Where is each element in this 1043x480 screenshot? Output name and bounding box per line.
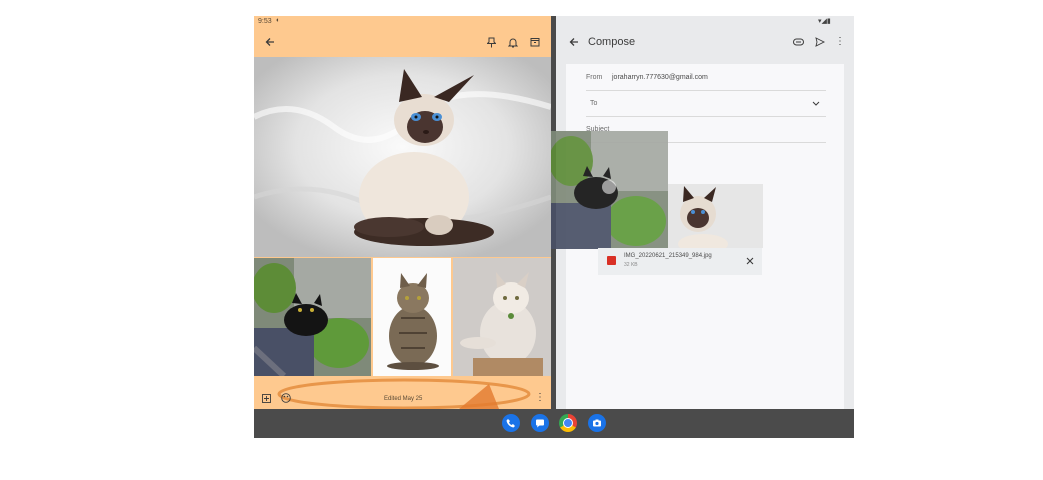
status-bar: 9:53 ◐	[254, 16, 551, 28]
status-icons: ▾◢▮	[818, 18, 831, 25]
more-vert-icon[interactable]: ⋮	[532, 390, 548, 406]
notes-toolbar	[254, 30, 551, 56]
palette-icon[interactable]	[278, 390, 294, 406]
chrome-icon[interactable]	[559, 414, 577, 432]
attachment-size: 32 KB	[624, 262, 638, 268]
image-file-icon	[607, 256, 616, 265]
status-time: 9:53	[258, 18, 272, 25]
to-label: To	[590, 100, 598, 107]
black-cat-plant-photo[interactable]	[254, 258, 371, 376]
attach-icon[interactable]	[790, 34, 806, 50]
close-icon[interactable]	[742, 253, 758, 269]
back-arrow-icon[interactable]	[566, 34, 582, 50]
divider	[586, 90, 826, 91]
camera-icon[interactable]	[588, 414, 606, 432]
reminder-bell-icon[interactable]	[505, 34, 521, 50]
attachment-chip[interactable]: IMG_20220621_215349_984.jpg 32 KB	[598, 248, 762, 275]
send-icon[interactable]	[812, 34, 828, 50]
dragged-siamese-photo[interactable]	[668, 184, 763, 248]
archive-icon[interactable]	[527, 34, 543, 50]
taskbar	[254, 409, 854, 438]
divider	[586, 116, 826, 117]
from-label: From	[586, 74, 603, 81]
notes-pane: 9:53 ◐ Edited May 25 ⋮	[254, 16, 551, 409]
notification-icon: ◐	[276, 17, 281, 24]
pin-icon[interactable]	[483, 34, 499, 50]
tablet-screen: 9:53 ◐ Edited May 25 ⋮ ▾◢▮ Compose ⋮ Fro…	[254, 16, 854, 438]
back-arrow-icon[interactable]	[262, 34, 278, 50]
phone-icon[interactable]	[502, 414, 520, 432]
attachment-filename: IMG_20220621_215349_984.jpg	[624, 253, 712, 259]
compose-title: Compose	[588, 36, 636, 48]
tabby-cat-photo[interactable]	[373, 258, 451, 376]
photo-grid	[254, 258, 551, 376]
edited-timestamp: Edited May 25	[384, 396, 423, 402]
more-vert-icon[interactable]: ⋮	[832, 34, 848, 50]
from-field[interactable]: joraharryn.777630@gmail.com	[612, 74, 708, 81]
dragged-black-cat-photo[interactable]	[551, 131, 668, 249]
fluffy-cat-photo[interactable]	[453, 258, 551, 376]
siamese-kitten-photo[interactable]	[254, 57, 551, 257]
messages-icon[interactable]	[531, 414, 549, 432]
notes-bottom-bar: Edited May 25 ⋮	[254, 376, 551, 409]
chevron-down-icon[interactable]	[808, 96, 824, 112]
add-box-icon[interactable]	[258, 390, 274, 406]
